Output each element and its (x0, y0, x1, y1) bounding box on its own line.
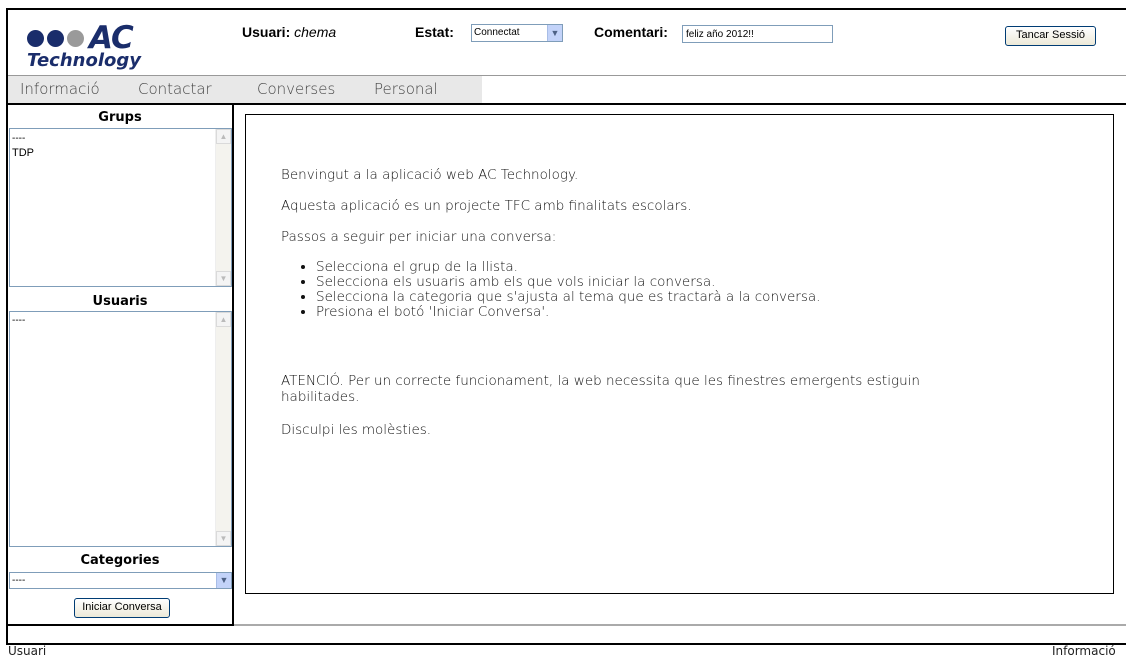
warning-text-line2: habilitades. (281, 389, 360, 405)
scrollbar[interactable]: ▲ ▼ (215, 312, 231, 546)
divider (234, 624, 1126, 626)
main-panel: Benvingut a la aplicació web AC Technolo… (245, 114, 1114, 594)
list-item: Selecciona la categoria que s'ajusta al … (316, 290, 820, 305)
tab-informacio[interactable]: Informació (20, 80, 100, 98)
scroll-down-icon[interactable]: ▼ (216, 271, 231, 286)
scroll-up-icon[interactable]: ▲ (216, 312, 231, 327)
list-item: Presiona el botó 'Iniciar Conversa'. (316, 305, 820, 320)
category-select[interactable]: ---- ▼ (9, 572, 232, 589)
nav-tabs: Informació Contactar Converses Personal (8, 75, 1126, 105)
scroll-down-icon[interactable]: ▼ (216, 531, 231, 546)
about-text: Aquesta aplicació es un projecte TFC amb… (281, 198, 692, 214)
welcome-text: Benvingut a la aplicació web AC Technolo… (281, 167, 579, 183)
users-title: Usuaris (92, 294, 148, 309)
tab-personal[interactable]: Personal (374, 80, 438, 98)
logo-subtext: Technology (27, 50, 141, 71)
status-label: Estat: (415, 24, 454, 40)
user-label-group: Usuari: chema (242, 24, 336, 40)
apology-text: Disculpi les molèsties. (281, 422, 432, 438)
start-conversation-button[interactable]: Iniciar Conversa (74, 598, 170, 618)
warning-text-line1: ATENCIÓ. Per un correcte funcionament, l… (281, 373, 920, 389)
chevron-down-icon[interactable]: ▼ (547, 25, 562, 41)
tab-contactar[interactable]: Contactar (138, 80, 212, 98)
user-label: Usuari: (242, 24, 291, 40)
categories-title: Categories (80, 553, 160, 568)
footer-right: Informació (1052, 644, 1116, 657)
groups-title: Grups (98, 110, 142, 125)
list-item[interactable]: TDP (10, 144, 231, 159)
logo-dots (27, 30, 87, 51)
logout-button[interactable]: Tancar Sessió (1005, 26, 1096, 46)
steps-list: Selecciona el grup de la llista. Selecci… (316, 260, 820, 320)
list-item[interactable]: ---- (10, 129, 231, 144)
chevron-down-icon[interactable]: ▼ (216, 573, 231, 588)
logo-dot-2 (47, 30, 64, 47)
scroll-up-icon[interactable]: ▲ (216, 129, 231, 144)
groups-list[interactable]: ---- TDP ▲ ▼ (9, 128, 232, 287)
comment-label: Comentari: (594, 24, 668, 40)
list-item: Selecciona el grup de la llista. (316, 260, 820, 275)
header: AC Technology Usuari: chema Estat: Conne… (8, 10, 1126, 73)
list-item: Selecciona els usuaris amb els que vols … (316, 275, 820, 290)
status-select-value: Connectat (474, 27, 520, 38)
steps-intro: Passos a seguir per iniciar una conversa… (281, 229, 557, 245)
list-item[interactable]: ---- (10, 312, 231, 326)
logo-dot-1 (27, 30, 44, 47)
comment-input[interactable]: feliz año 2012!! (682, 25, 833, 43)
category-select-value: ---- (12, 575, 26, 586)
logo-dot-3 (67, 30, 84, 47)
users-list[interactable]: ---- ▲ ▼ (9, 311, 232, 547)
status-select[interactable]: Connectat ▼ (471, 24, 563, 42)
tab-converses[interactable]: Converses (257, 80, 335, 98)
sidebar: Grups ---- TDP ▲ ▼ Usuaris ---- ▲ ▼ Cate… (8, 104, 234, 626)
user-name: chema (294, 24, 337, 40)
footer-left: Usuari (8, 644, 47, 657)
logo: AC Technology (27, 20, 167, 72)
scrollbar[interactable]: ▲ ▼ (215, 129, 231, 286)
